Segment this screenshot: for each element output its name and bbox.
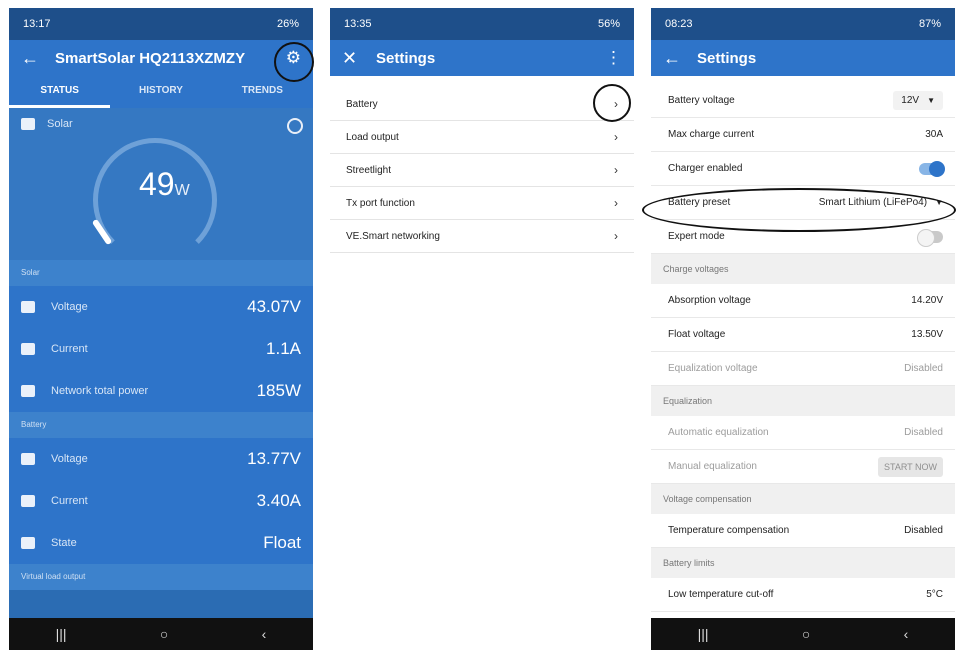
chevron-right-icon: › (614, 130, 618, 144)
settings-item-tx-port[interactable]: Tx port function › (330, 187, 634, 220)
status-bar: 13:17 26% (9, 8, 313, 40)
recent-apps-icon[interactable]: ||| (56, 626, 67, 642)
section-battery-limits: Battery limits (651, 548, 955, 578)
float-voltage-row[interactable]: Float voltage 13.50V (651, 318, 955, 352)
section-voltage-compensation: Voltage compensation (651, 484, 955, 514)
section-battery: Battery (9, 412, 313, 438)
battery-voltage-row: Voltage 13.77V (9, 438, 313, 480)
page-title: SmartSolar HQ2113XZMZY (55, 49, 246, 67)
close-icon[interactable]: ✕ (342, 48, 368, 69)
battery-icon (21, 453, 35, 465)
annotation-circle-gear (274, 42, 314, 82)
battery-state-row: State Float (9, 522, 313, 564)
status-battery: 87% (918, 18, 941, 30)
equalization-voltage-row: Equalization voltage Disabled (651, 352, 955, 386)
section-equalization: Equalization (651, 386, 955, 416)
status-battery: 26% (276, 18, 299, 30)
battery-voltage-row: Battery voltage 12V ▼ (651, 84, 955, 118)
status-time: 13:35 (344, 18, 372, 30)
power-readout: 49W (139, 166, 190, 202)
dropdown-arrow-icon: ▼ (927, 96, 935, 105)
share-icon[interactable] (287, 118, 303, 134)
status-bar: 13:35 56% (330, 8, 634, 40)
back-arrow-icon[interactable]: ← (21, 48, 47, 69)
chevron-right-icon: › (614, 196, 618, 210)
home-icon[interactable]: ○ (802, 626, 810, 642)
status-time: 13:17 (23, 18, 51, 30)
state-icon (21, 537, 35, 549)
settings-item-streetlight[interactable]: Streetlight › (330, 154, 634, 187)
home-icon[interactable]: ○ (160, 626, 168, 642)
settings-item-load-output[interactable]: Load output › (330, 121, 634, 154)
page-title: Settings (376, 49, 436, 67)
status-time: 08:23 (665, 18, 693, 30)
automatic-equalization-row: Automatic equalization Disabled (651, 416, 955, 450)
absorption-voltage-row[interactable]: Absorption voltage 14.20V (651, 284, 955, 318)
chevron-right-icon: › (614, 163, 618, 177)
voltage-icon (21, 301, 35, 313)
charger-enabled-toggle[interactable] (919, 160, 945, 177)
solar-power-card: Solar 49W (9, 108, 313, 262)
back-icon[interactable]: ‹ (262, 626, 267, 642)
settings-screen: 13:35 56% ✕ Settings ⋮ Battery › Load out… (330, 8, 634, 258)
section-virtual-load: Virtual load output (9, 564, 313, 590)
app-bar: ← SmartSolar HQ2113XZMZY ⚙ (9, 40, 313, 76)
status-screen: 13:17 26% ← SmartSolar HQ2113XZMZY ⚙ STA… (9, 8, 313, 650)
battery-settings-screen: 08:23 87% ← Settings Battery voltage 12V ▼… (651, 8, 955, 650)
back-arrow-icon[interactable]: ← (663, 48, 689, 69)
low-temp-cutoff-row[interactable]: Low temperature cut-off 5°C (651, 578, 955, 612)
status-battery: 56% (597, 18, 620, 30)
section-charge-voltages: Charge voltages (651, 254, 955, 284)
power-icon (21, 385, 35, 397)
app-bar: ← Settings (651, 40, 955, 76)
expert-mode-toggle[interactable] (917, 228, 943, 247)
more-options-icon[interactable]: ⋮ (605, 48, 622, 68)
status-bar: 08:23 87% (651, 8, 955, 40)
settings-item-battery[interactable]: Battery › (330, 88, 634, 121)
back-icon[interactable]: ‹ (904, 626, 909, 642)
manual-equalization-row: Manual equalization START NOW (651, 450, 955, 484)
current-icon (21, 495, 35, 507)
solar-current-row: Current 1.1A (9, 328, 313, 370)
tab-status[interactable]: STATUS (9, 76, 111, 108)
solar-card-label: Solar (47, 118, 73, 130)
annotation-ellipse-battery-preset (642, 188, 956, 232)
settings-item-ve-smart[interactable]: VE.Smart networking › (330, 220, 634, 253)
tab-history[interactable]: HISTORY (110, 76, 211, 108)
max-charge-current-row[interactable]: Max charge current 30A (651, 118, 955, 152)
battery-current-row: Current 3.40A (9, 480, 313, 522)
tab-bar: STATUS HISTORY TRENDS (9, 76, 313, 108)
start-now-button[interactable]: START NOW (877, 456, 943, 477)
charger-enabled-row: Charger enabled (651, 152, 955, 186)
solar-panel-icon (21, 118, 35, 130)
current-icon (21, 343, 35, 355)
app-bar: ✕ Settings ⋮ (330, 40, 634, 76)
section-solar: Solar (9, 260, 313, 286)
battery-voltage-dropdown[interactable]: 12V ▼ (893, 91, 943, 110)
android-nav-bar: ||| ○ ‹ (651, 618, 955, 650)
chevron-right-icon: › (614, 229, 618, 243)
temperature-compensation-row[interactable]: Temperature compensation Disabled (651, 514, 955, 548)
network-power-row: Network total power 185W (9, 370, 313, 412)
annotation-circle-battery-chevron (593, 84, 631, 122)
recent-apps-icon[interactable]: ||| (698, 626, 709, 642)
android-nav-bar: ||| ○ ‹ (9, 618, 313, 650)
page-title: Settings (697, 49, 757, 67)
solar-voltage-row: Voltage 43.07V (9, 286, 313, 328)
